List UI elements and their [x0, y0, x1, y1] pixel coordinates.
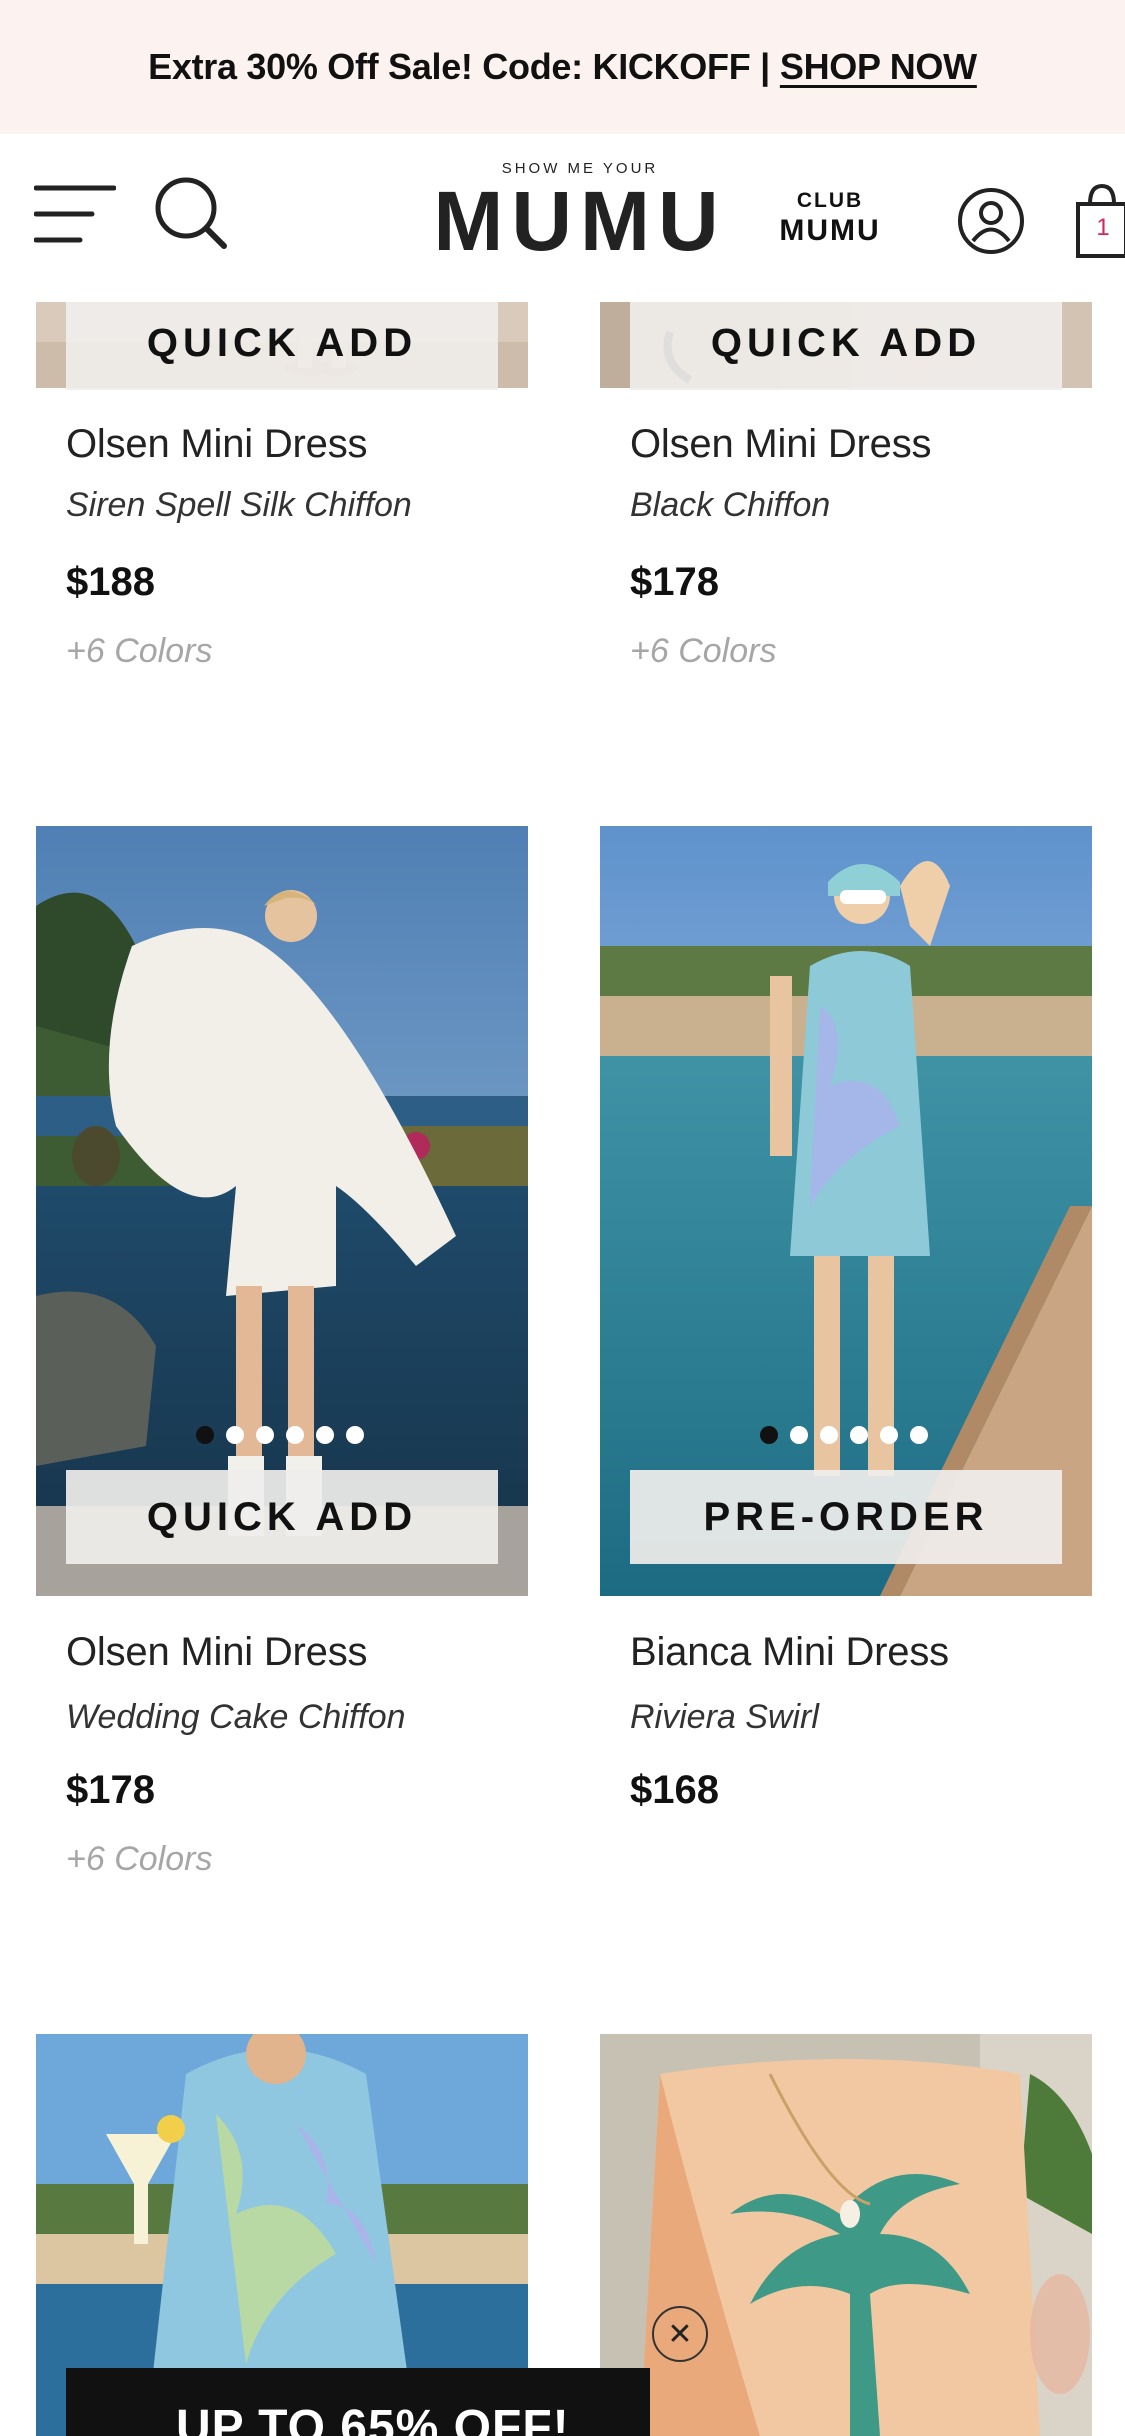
carousel-dot[interactable] [910, 1426, 928, 1444]
club-mumu-link[interactable]: CLUB MUMU [772, 186, 888, 246]
quick-add-button[interactable]: QUICK ADD [630, 296, 1062, 390]
carousel-dots[interactable] [760, 1426, 928, 1444]
carousel-dot[interactable] [790, 1426, 808, 1444]
carousel-dot[interactable] [256, 1426, 274, 1444]
product-price: $168 [630, 1768, 719, 1812]
pre-order-button[interactable]: PRE-ORDER [630, 1470, 1062, 1564]
carousel-dot[interactable] [850, 1426, 868, 1444]
product-card[interactable]: QUICK ADD Olsen Mini Dress Wedding Cake … [36, 826, 528, 1926]
shop-now-link[interactable]: SHOP NOW [780, 46, 977, 88]
product-color: Siren Spell Silk Chiffon [66, 486, 412, 524]
menu-icon[interactable] [34, 182, 116, 246]
product-color: Wedding Cake Chiffon [66, 1698, 406, 1736]
promo-banner: Extra 30% Off Sale! Code: KICKOFF | SHOP… [0, 0, 1125, 134]
carousel-dot[interactable] [286, 1426, 304, 1444]
carousel-dot[interactable] [760, 1426, 778, 1444]
product-card[interactable] [600, 2034, 1092, 2436]
product-name[interactable]: Olsen Mini Dress [630, 422, 932, 467]
quick-add-button[interactable]: QUICK ADD [66, 296, 498, 390]
carousel-dot[interactable] [226, 1426, 244, 1444]
promo-text: Extra 30% Off Sale! Code: KICKOFF | [148, 46, 770, 87]
carousel-dot[interactable] [196, 1426, 214, 1444]
product-color: Black Chiffon [630, 486, 831, 524]
search-icon[interactable] [150, 172, 230, 252]
carousel-dots[interactable] [196, 1426, 364, 1444]
carousel-dot[interactable] [346, 1426, 364, 1444]
product-price: $178 [630, 560, 719, 604]
cart-count-badge: 1 [1096, 214, 1110, 241]
product-price: $188 [66, 560, 155, 604]
quick-add-button[interactable]: QUICK ADD [66, 1470, 498, 1564]
carousel-dot[interactable] [820, 1426, 838, 1444]
club-label: CLUB [796, 189, 864, 212]
product-card[interactable]: QUICK ADD Olsen Mini Dress Black Chiffon… [600, 296, 1092, 722]
carousel-dot[interactable] [880, 1426, 898, 1444]
account-icon[interactable] [956, 186, 1026, 256]
club-mumu-label: MUMU [779, 214, 881, 247]
site-logo[interactable]: SHOW ME YOUR MUMU [430, 160, 730, 280]
more-colors-label[interactable]: +6 Colors [66, 1840, 212, 1879]
product-price: $178 [66, 1768, 155, 1812]
product-color: Riviera Swirl [630, 1698, 819, 1736]
close-icon[interactable]: ✕ [652, 2306, 708, 2362]
product-name[interactable]: Olsen Mini Dress [66, 422, 368, 467]
product-name[interactable]: Olsen Mini Dress [66, 1630, 368, 1675]
product-image[interactable] [600, 2034, 1092, 2436]
product-name[interactable]: Bianca Mini Dress [630, 1630, 949, 1675]
product-card[interactable]: PRE-ORDER Bianca Mini Dress Riviera Swir… [600, 826, 1092, 1926]
sale-popup[interactable]: UP TO 65% OFF! [66, 2368, 650, 2436]
more-colors-label[interactable]: +6 Colors [630, 632, 776, 671]
product-card[interactable]: QUICK ADD Olsen Mini Dress Siren Spell S… [36, 296, 528, 722]
site-header: SHOW ME YOUR MUMU CLUB MUMU 1 [0, 134, 1125, 302]
more-colors-label[interactable]: +6 Colors [66, 632, 212, 671]
sale-popup-text: UP TO 65% OFF! [176, 2401, 570, 2436]
carousel-dot[interactable] [316, 1426, 334, 1444]
logo-wordmark: MUMU [433, 174, 727, 268]
